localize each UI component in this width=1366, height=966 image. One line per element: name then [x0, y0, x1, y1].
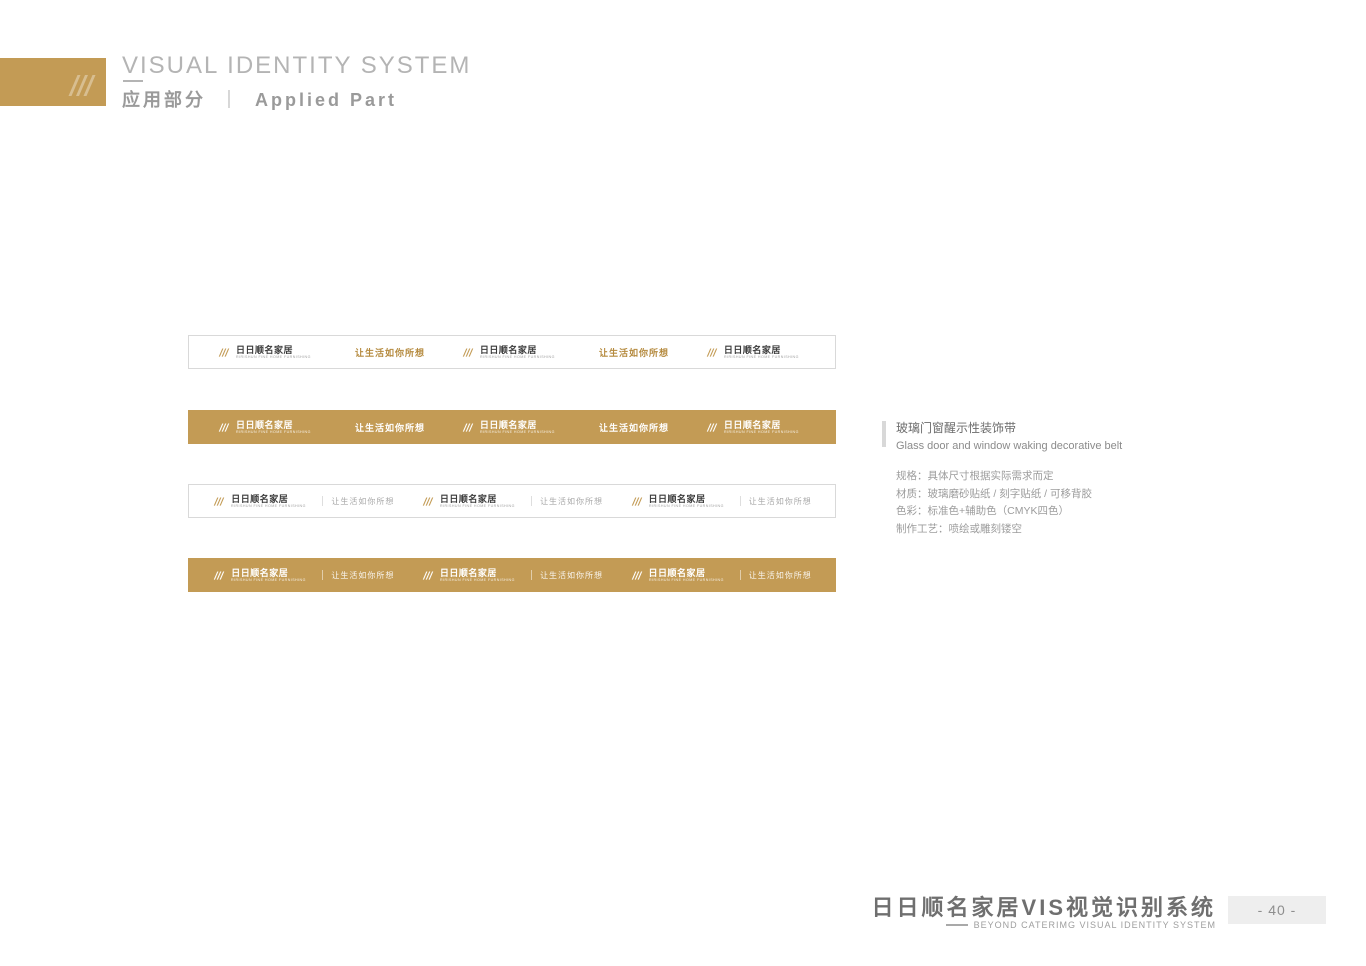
brand-mark-icon: [217, 345, 231, 359]
header-title-sep: ｜: [220, 90, 241, 110]
brand-mark-icon: [461, 420, 475, 434]
brand-mark-icon: [461, 345, 475, 359]
brand-mark-icon: [212, 568, 226, 582]
brand-mark-icon: [630, 494, 644, 508]
slogan-text: 让生活如你所想: [749, 570, 812, 581]
brand-mark-icon: [64, 66, 100, 102]
slogan-text: 让生活如你所想: [331, 496, 394, 507]
brand-logo: 日日顺名家居RIRISHUN FINE HOME FURNISHING: [461, 345, 563, 359]
brand-mark-icon: [630, 568, 644, 582]
belt-style-b: 日日顺名家居RIRISHUN FINE HOME FURNISHING 让生活如…: [188, 410, 836, 444]
brand-mark-icon: [705, 345, 719, 359]
spec-line: 色彩：标准色+辅助色（CMYK四色）: [896, 503, 1182, 521]
divider-icon: [531, 570, 532, 580]
footer-brand-cn: 日日顺名家居VIS视觉识别系统: [872, 890, 1216, 922]
slogan-text: 让生活如你所想: [599, 421, 669, 434]
divider-icon: [740, 570, 741, 580]
divider-icon: [322, 496, 323, 506]
brand-mark-icon: [212, 494, 226, 508]
spec-line: 材质：玻璃磨砂贴纸 / 刻字贴纸 / 可移背胶: [896, 486, 1182, 504]
brand-logo: 日日顺名家居RIRISHUN FINE HOME FURNISHING: [217, 345, 319, 359]
spec-title-cn: 玻璃门窗醒示性装饰带: [896, 419, 1182, 438]
header-title-cn-text: 应用部分: [122, 90, 206, 110]
brand-mark-icon: [217, 420, 231, 434]
logo-slogan-unit: 日日顺名家居RIRISHUN FINE HOME FURNISHING 让生活如…: [212, 494, 394, 508]
header-title-cn: 应用部分 ｜ Applied Part: [122, 86, 397, 112]
slogan-text: 让生活如你所想: [355, 421, 425, 434]
belt-style-d: 日日顺名家居RIRISHUN FINE HOME FURNISHING 让生活如…: [188, 558, 836, 592]
divider-icon: [322, 570, 323, 580]
logo-slogan-unit: 日日顺名家居RIRISHUN FINE HOME FURNISHING 让生活如…: [421, 494, 603, 508]
spec-title-en: Glass door and window waking decorative …: [896, 438, 1182, 456]
header-rule: [123, 80, 143, 82]
header-title-en: VISUAL IDENTITY SYSTEM: [122, 52, 471, 80]
spec-line: 制作工艺：喷绘或雕刻镂空: [896, 521, 1182, 539]
page-footer: 日日顺名家居VIS视觉识别系统 BEYOND CATERIMG VISUAL I…: [820, 890, 1366, 930]
logo-slogan-unit: 日日顺名家居RIRISHUN FINE HOME FURNISHING 让生活如…: [630, 494, 812, 508]
brand-logo: 日日顺名家居RIRISHUN FINE HOME FURNISHING: [705, 345, 807, 359]
belt-style-a: 日日顺名家居RIRISHUN FINE HOME FURNISHING 让生活如…: [188, 335, 836, 369]
belt-style-c: 日日顺名家居RIRISHUN FINE HOME FURNISHING 让生活如…: [188, 484, 836, 518]
slogan-text: 让生活如你所想: [540, 496, 603, 507]
logo-slogan-unit: 日日顺名家居RIRISHUN FINE HOME FURNISHING 让生活如…: [421, 568, 603, 582]
footer-brand: 日日顺名家居VIS视觉识别系统 BEYOND CATERIMG VISUAL I…: [872, 890, 1216, 930]
slogan-text: 让生活如你所想: [540, 570, 603, 581]
page-number: - 40 -: [1228, 896, 1326, 924]
brand-logo: 日日顺名家居RIRISHUN FINE HOME FURNISHING: [705, 420, 807, 434]
slogan-text: 让生活如你所想: [749, 496, 812, 507]
spec-accent-bar: [882, 421, 886, 447]
divider-icon: [531, 496, 532, 506]
brand-mark-icon: [705, 420, 719, 434]
divider-icon: [740, 496, 741, 506]
slogan-text: 让生活如你所想: [355, 346, 425, 359]
brand-logo: 日日顺名家居RIRISHUN FINE HOME FURNISHING: [461, 420, 563, 434]
spec-panel: 玻璃门窗醒示性装饰带 Glass door and window waking …: [882, 419, 1182, 539]
brand-logo: 日日顺名家居RIRISHUN FINE HOME FURNISHING: [217, 420, 319, 434]
slogan-text: 让生活如你所想: [599, 346, 669, 359]
header-title-sub: Applied Part: [255, 90, 397, 110]
brand-mark-icon: [421, 494, 435, 508]
logo-slogan-unit: 日日顺名家居RIRISHUN FINE HOME FURNISHING 让生活如…: [630, 568, 812, 582]
brand-mark-icon: [421, 568, 435, 582]
slogan-text: 让生活如你所想: [331, 570, 394, 581]
spec-line: 规格：具体尺寸根据实际需求而定: [896, 468, 1182, 486]
logo-slogan-unit: 日日顺名家居RIRISHUN FINE HOME FURNISHING 让生活如…: [212, 568, 394, 582]
